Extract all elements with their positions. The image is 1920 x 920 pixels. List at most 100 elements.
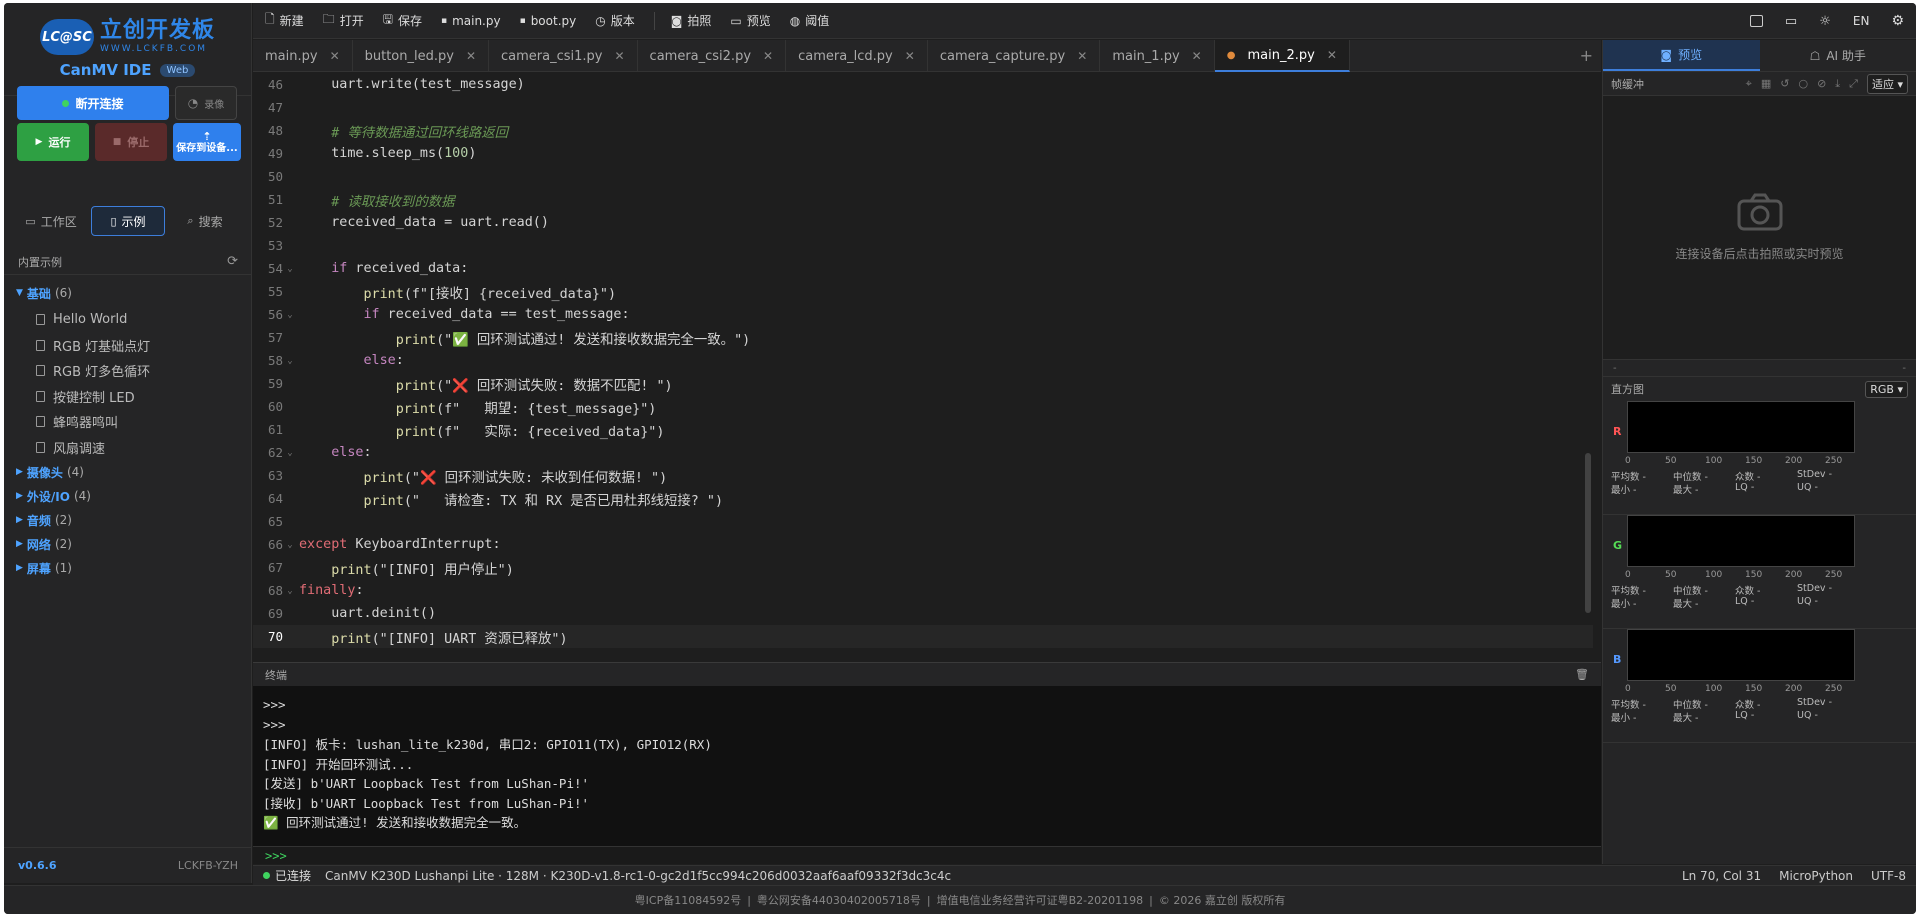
stat-value: - bbox=[1695, 485, 1699, 496]
preview-label: 预览 bbox=[746, 14, 771, 28]
fold-chevron-icon[interactable]: ⌄ bbox=[283, 448, 297, 458]
category-item[interactable]: ▶ 摄像头 (4) bbox=[4, 460, 252, 484]
layout-toggle-icon[interactable] bbox=[1749, 15, 1763, 27]
axis-tick: 250 bbox=[1825, 570, 1843, 580]
category-item[interactable]: ▶ 外设/IO (4) bbox=[4, 484, 252, 508]
category-item[interactable]: ▼ 基础 (6) bbox=[4, 281, 252, 305]
close-icon[interactable]: ✕ bbox=[330, 49, 340, 63]
settings-gear-icon[interactable]: ⚙ bbox=[1891, 13, 1904, 29]
close-icon[interactable]: ✕ bbox=[905, 49, 915, 63]
clear-trash-icon[interactable]: 🗑 bbox=[1575, 668, 1589, 681]
tab-ai-assistant[interactable]: ☖ AI 助手 bbox=[1760, 40, 1917, 71]
code-line: 48 # 等待数据通过回环线路返回 bbox=[253, 119, 1593, 142]
preview-button[interactable]: ▭ 预览 bbox=[730, 12, 770, 29]
editor-tab[interactable]: ● main_2.py ✕ bbox=[1214, 40, 1350, 72]
code-text: # 读取接收到的数据 bbox=[331, 194, 455, 210]
stat-value: - bbox=[1633, 485, 1637, 496]
editor-tab[interactable]: camera_csi2.py ✕ bbox=[638, 40, 787, 72]
tab-examples[interactable]: ▯ 示例 bbox=[91, 206, 165, 236]
language-button[interactable]: EN bbox=[1853, 14, 1870, 28]
close-icon[interactable]: ✕ bbox=[1327, 48, 1337, 62]
category-item[interactable]: ▶ 网络 (2) bbox=[4, 532, 252, 556]
terminal-input[interactable]: >>> bbox=[253, 846, 1601, 864]
fold-chevron-icon[interactable]: ⌄ bbox=[283, 264, 297, 274]
download-icon[interactable]: ⤓ bbox=[1835, 77, 1840, 91]
fit-select-value: 适应 bbox=[1871, 77, 1894, 91]
boot-py-button[interactable]: ▪ boot.py bbox=[520, 14, 577, 28]
snapshot-button[interactable]: ◙ 拍照 bbox=[671, 12, 712, 29]
category-item[interactable]: ▶ 屏幕 (1) bbox=[4, 556, 252, 580]
fullscreen-icon[interactable]: ⤢ bbox=[1849, 77, 1858, 91]
status-dot-icon bbox=[263, 872, 270, 879]
example-file[interactable]: RGB 灯基础点灯 bbox=[4, 333, 252, 359]
save-button[interactable]: 🖫 保存 bbox=[383, 10, 422, 31]
close-icon[interactable]: ✕ bbox=[1077, 49, 1087, 63]
channel-letter: G bbox=[1613, 539, 1623, 552]
theme-sun-icon[interactable]: ☼ bbox=[1819, 14, 1831, 29]
line-number: 56 bbox=[267, 307, 283, 322]
code-text: print("❌ 回环测试失败: 数据不匹配! ") bbox=[395, 378, 673, 394]
axis-tick: 250 bbox=[1825, 684, 1843, 694]
tab-search-label: 搜索 bbox=[198, 214, 223, 229]
record-circle-icon[interactable]: ○ bbox=[1798, 77, 1808, 90]
framebuffer-label: 帧缓冲 bbox=[1611, 77, 1644, 91]
tab-workspace[interactable]: ▭ 工作区 bbox=[15, 206, 87, 236]
version-button[interactable]: ◷ 版本 bbox=[595, 12, 635, 29]
add-tab-button[interactable]: + bbox=[1580, 46, 1593, 65]
crosshair-icon[interactable]: ⌖ bbox=[1746, 77, 1752, 91]
fold-chevron-icon[interactable]: ⌄ bbox=[283, 356, 297, 366]
category-item[interactable]: ▶ 音频 (2) bbox=[4, 508, 252, 532]
refresh-icon[interactable]: ⟳ bbox=[227, 254, 238, 269]
monitor-icon[interactable]: ▭ bbox=[1785, 14, 1797, 29]
example-file[interactable]: 按键控制 LED bbox=[4, 384, 252, 410]
line-number: 46 bbox=[267, 77, 283, 92]
editor-tab[interactable]: button_led.py ✕ bbox=[353, 40, 490, 72]
fold-chevron-icon[interactable]: ⌄ bbox=[283, 310, 297, 320]
code-editor[interactable]: 46 uart.write(test_message) 47 48 # 等待数据通过… bbox=[253, 73, 1593, 661]
stat-label: 最小 bbox=[1611, 713, 1631, 724]
editor-tab[interactable]: camera_lcd.py ✕ bbox=[786, 40, 928, 72]
stop-button[interactable]: ■ 停止 bbox=[95, 123, 167, 161]
examples-section-header: 内置示例 ⟳ bbox=[4, 249, 252, 275]
run-button[interactable]: ▶ 运行 bbox=[17, 123, 89, 161]
no-image-icon[interactable]: ⊘ bbox=[1817, 77, 1826, 90]
disconnect-button[interactable]: 断开连接 bbox=[17, 86, 169, 120]
open-button[interactable]: 🗀 打开 bbox=[323, 10, 364, 31]
stat-value: - bbox=[1750, 596, 1755, 607]
histogram-axis: 0 50 100 150 200 250 bbox=[1625, 684, 1865, 696]
example-file[interactable]: 风扇调速 bbox=[4, 435, 252, 461]
ide-name: CanMV IDE bbox=[59, 61, 152, 79]
example-file[interactable]: Hello World bbox=[4, 307, 252, 333]
grid-icon[interactable]: ▦ bbox=[1761, 77, 1771, 90]
fit-select[interactable]: 适应 ▾ bbox=[1866, 73, 1908, 94]
editor-tab[interactable]: camera_capture.py ✕ bbox=[928, 40, 1101, 72]
tab-search[interactable]: ⌕ 搜索 bbox=[169, 206, 241, 236]
fold-chevron-icon[interactable]: ⌄ bbox=[283, 540, 297, 550]
main-py-button[interactable]: ▪ main.py bbox=[441, 14, 501, 28]
tab-preview[interactable]: ◙ 预览 bbox=[1603, 40, 1760, 71]
example-file[interactable]: RGB 灯多色循环 bbox=[4, 358, 252, 384]
footer-icp[interactable]: 粤ICP备11084592号 bbox=[635, 892, 742, 908]
footer-license[interactable]: 增值电信业务经营许可证粤B2-20201198 bbox=[937, 892, 1144, 908]
editor-scrollbar[interactable] bbox=[1585, 453, 1591, 613]
histogram-channel: R 0 50 100 150 200 250 平均数 - 中位数 - 众数 - StDev - 最小 … bbox=[1603, 401, 1916, 515]
histogram-mode-select[interactable]: RGB ▾ bbox=[1865, 380, 1908, 398]
close-icon[interactable]: ✕ bbox=[763, 49, 773, 63]
editor-tab[interactable]: camera_csi1.py ✕ bbox=[489, 40, 638, 72]
threshold-button[interactable]: ◍ 阈值 bbox=[790, 12, 830, 29]
new-button[interactable]: 🗋 新建 bbox=[265, 10, 304, 31]
example-file[interactable]: 蜂鸣器鸣叫 bbox=[4, 409, 252, 435]
fold-chevron-icon[interactable]: ⌄ bbox=[283, 586, 297, 596]
code-text: uart.write(test_message) bbox=[299, 77, 525, 92]
record-button[interactable]: ◔ 录像 bbox=[175, 86, 237, 120]
rotate-icon[interactable]: ↺ bbox=[1780, 77, 1789, 90]
close-icon[interactable]: ✕ bbox=[466, 49, 476, 63]
editor-tab[interactable]: main.py ✕ bbox=[253, 40, 353, 72]
boot-py-label: boot.py bbox=[530, 13, 577, 28]
close-icon[interactable]: ✕ bbox=[614, 49, 624, 63]
editor-tab[interactable]: main_1.py ✕ bbox=[1100, 40, 1215, 72]
save-to-device-button[interactable]: ⇡ 保存到设备... bbox=[173, 123, 241, 161]
footer-police[interactable]: 粤公网安备44030402005718号 bbox=[757, 892, 921, 908]
close-icon[interactable]: ✕ bbox=[1192, 49, 1202, 63]
code-line: 52 received_data = uart.read() bbox=[253, 211, 1593, 234]
